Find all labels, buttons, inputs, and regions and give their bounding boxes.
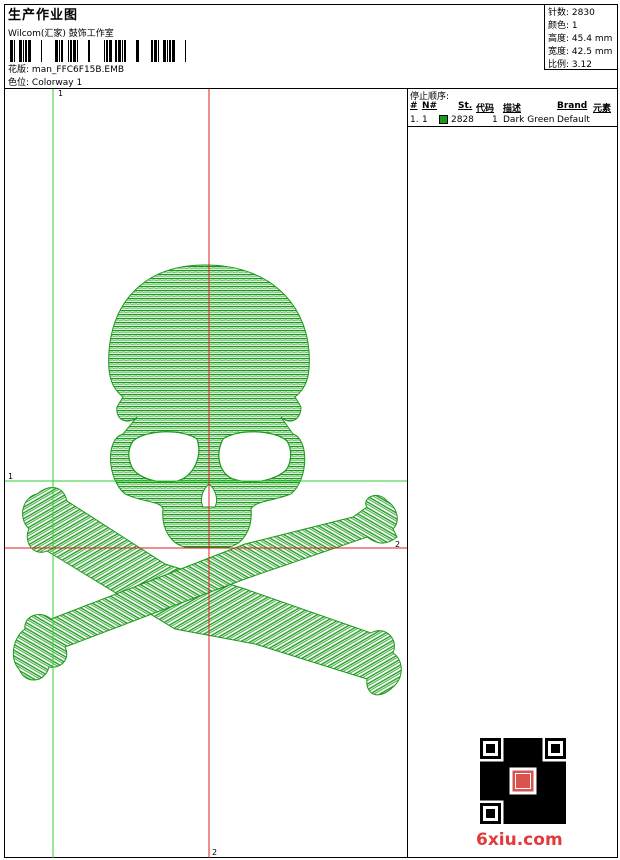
qr-code [480,738,566,824]
col-code: 代码 [476,104,495,114]
col-st: St. [458,101,473,111]
axis-label-bottom: 2 [212,848,217,857]
stat-colors: 颜色: 1 [548,21,578,31]
design-file: 花版: man_FFC6F15B.EMB [8,65,125,75]
stat-width: 宽度: 42.5 mm [548,47,613,57]
axis-label-left: 1 [8,472,13,481]
watermark-logo: 6xiu.com [476,830,563,850]
col-num: # [410,101,418,111]
stat-stitches: 针数: 2830 [548,8,595,18]
page-title: 生产作业图 [8,8,79,23]
row-divider [408,126,618,127]
company-name: Wilcom(汇家) 鼓饰工作室 [8,29,114,39]
col-desc: 描述 [503,104,522,114]
left-eye-socket [128,431,200,483]
colorway: 色位: Colorway 1 [8,78,83,88]
color-swatch [439,115,448,124]
col-brand: Brand [557,101,588,111]
axis-label-top: 1 [58,89,63,98]
row-code: 1 [492,115,498,125]
col-n: N# [422,101,438,111]
header-info: 生产作业图 Wilcom(汇家) 鼓饰工作室 花版: man_FFC6F15B.… [6,4,544,88]
row-n: 1 [422,115,428,125]
stats-box: 针数: 2830 颜色: 1 高度: 45.4 mm 宽度: 42.5 mm 比… [544,4,618,70]
row-num: 1. [410,115,419,125]
col-elem: 元素 [593,104,612,114]
barcode [10,40,186,62]
right-eye-socket [218,431,292,483]
row-desc: Dark Green [503,115,555,125]
row-stitches: 2828 [451,115,474,125]
embroidery-preview: 1 1 2 2 [5,89,407,858]
stat-scale: 比例: 3.12 [548,60,592,70]
row-brand: Default [557,115,590,125]
axis-label-right: 2 [395,540,400,549]
stat-height: 高度: 45.4 mm [548,34,613,44]
